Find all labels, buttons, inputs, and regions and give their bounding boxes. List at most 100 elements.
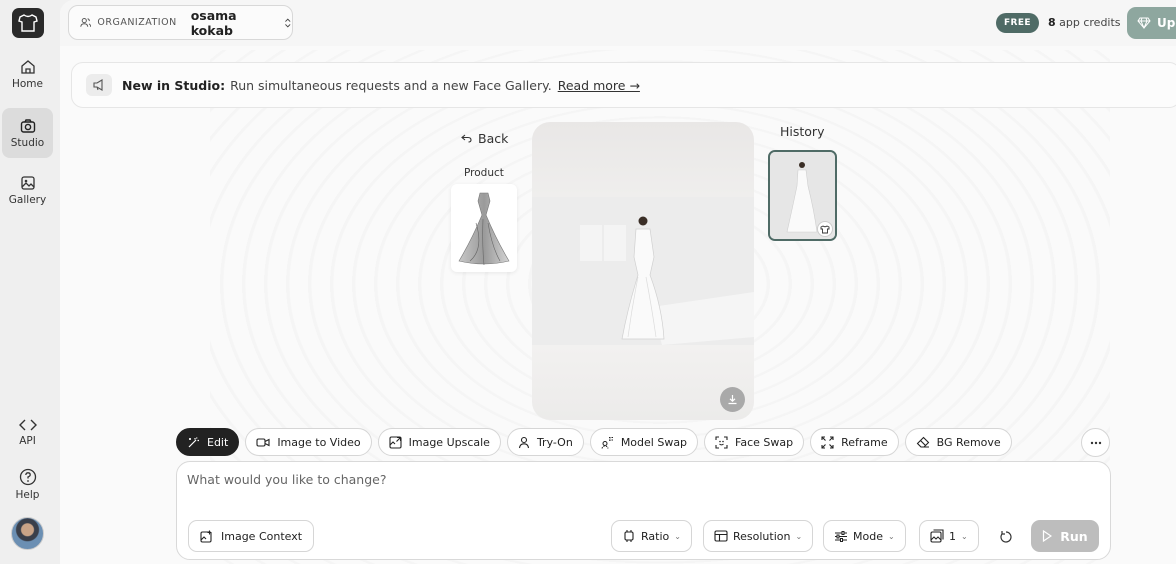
gallery-icon	[20, 175, 35, 190]
sidebar: Home Studio Gallery API Help	[0, 0, 60, 564]
credits-status: 8 app credits	[1048, 16, 1121, 29]
back-button[interactable]: Back	[461, 131, 508, 146]
tool-face-swap[interactable]: Face Swap	[704, 428, 805, 456]
result-preview	[532, 122, 754, 420]
image-context-label: Image Context	[221, 529, 303, 543]
video-icon	[256, 437, 270, 447]
shirt-logo-icon	[18, 14, 38, 32]
shirt-badge-icon	[817, 221, 833, 237]
organization-selector[interactable]: ORGANIZATION osama kokab	[68, 5, 293, 40]
ratio-label: Ratio	[641, 529, 670, 543]
reset-button[interactable]	[995, 526, 1017, 548]
home-icon	[20, 59, 35, 74]
run-button[interactable]: Run	[1031, 520, 1099, 552]
code-icon	[18, 419, 37, 430]
image-count-value: 1	[949, 529, 956, 543]
prompt-input[interactable]	[187, 472, 1087, 512]
resolution-dropdown[interactable]: Resolution ⌄	[703, 520, 814, 552]
tool-label: Face Swap	[735, 435, 794, 449]
sidebar-item-gallery[interactable]: Gallery	[2, 168, 53, 212]
tool-label: Try-On	[536, 435, 573, 449]
tool-image-to-video[interactable]: Image to Video	[245, 428, 372, 456]
tool-label: Image Upscale	[408, 435, 490, 449]
main-panel: ORGANIZATION osama kokab FREE 8 app cred…	[60, 0, 1176, 564]
tool-image-upscale[interactable]: Image Upscale	[377, 428, 501, 456]
tool-label: Model Swap	[620, 435, 688, 449]
tool-edit[interactable]: Edit	[176, 428, 240, 456]
back-arrow-icon	[461, 134, 472, 143]
tool-try-on[interactable]: Try-On	[506, 428, 584, 456]
sidebar-item-label: Help	[15, 488, 40, 501]
announcement-banner: New in Studio: Run simultaneous requests…	[71, 62, 1176, 108]
credits-count: 8	[1048, 16, 1056, 29]
play-icon	[1043, 530, 1053, 542]
sidebar-item-label: Gallery	[8, 193, 47, 206]
app: Home Studio Gallery API Help ORGANIZATIO…	[0, 0, 1176, 564]
result-photo[interactable]	[532, 197, 754, 345]
camera-icon	[20, 118, 35, 133]
banner-text: Run simultaneous requests and a new Face…	[230, 77, 552, 93]
run-label: Run	[1060, 528, 1088, 544]
upgrade-button[interactable]: Upg	[1127, 7, 1176, 39]
sidebar-item-label: Home	[11, 77, 43, 90]
tool-bg-remove[interactable]: BG Remove	[904, 428, 1012, 456]
organization-name: osama kokab	[190, 7, 237, 38]
chevron-down-icon: ⌄	[674, 531, 681, 541]
magic-wand-icon	[188, 436, 199, 447]
ratio-icon	[624, 530, 634, 542]
prompt-box: Image Context Ratio ⌄ Resolution ⌄ Mode …	[176, 461, 1111, 560]
plan-badge: FREE	[996, 13, 1039, 33]
history-label: History	[780, 124, 825, 139]
upgrade-label: Upg	[1157, 16, 1176, 30]
sidebar-item-studio[interactable]: Studio	[2, 108, 53, 158]
credits-suffix: app credits	[1059, 16, 1121, 29]
users-icon	[80, 18, 92, 27]
upscale-icon	[389, 435, 402, 449]
tool-bar: Edit Image to Video Image Upscale Try-On…	[176, 428, 1012, 456]
tool-label: Edit	[207, 435, 229, 449]
sidebar-item-help[interactable]: Help	[2, 464, 53, 504]
image-add-icon	[200, 530, 212, 543]
mode-dropdown[interactable]: Mode ⌄	[823, 520, 906, 552]
product-label: Product	[464, 167, 504, 179]
face-icon	[715, 435, 728, 449]
reset-icon	[1000, 531, 1012, 543]
megaphone-icon	[86, 74, 112, 96]
model-swap-icon	[601, 436, 613, 449]
chevron-updown-icon	[285, 18, 291, 27]
chevron-down-icon: ⌄	[961, 531, 968, 541]
tool-model-swap[interactable]: Model Swap	[589, 428, 699, 456]
history-item[interactable]	[768, 150, 837, 241]
top-bar: ORGANIZATION osama kokab FREE 8 app cred…	[60, 0, 1176, 46]
chevron-down-icon: ⌄	[887, 531, 895, 541]
sidebar-item-label: Studio	[10, 136, 45, 149]
organization-label: ORGANIZATION	[97, 17, 177, 28]
tool-label: Reframe	[841, 435, 888, 449]
more-tools-button[interactable]	[1081, 428, 1110, 457]
tool-label: BG Remove	[936, 435, 1001, 449]
ratio-dropdown[interactable]: Ratio ⌄	[611, 520, 692, 552]
download-button[interactable]	[720, 387, 745, 412]
product-thumbnail[interactable]	[451, 184, 517, 272]
model-in-dress-image	[532, 197, 754, 345]
sliders-icon	[835, 530, 847, 542]
avatar[interactable]	[11, 517, 44, 550]
read-more-link[interactable]: Read more →	[558, 78, 640, 93]
eraser-icon	[916, 436, 929, 448]
help-icon	[19, 468, 36, 485]
image-count-dropdown[interactable]: 1 ⌄	[919, 520, 979, 552]
sidebar-item-api[interactable]: API	[2, 412, 53, 452]
mode-label: Mode	[853, 529, 883, 543]
resolution-icon	[714, 530, 728, 542]
expand-icon	[821, 435, 834, 449]
chevron-down-icon: ⌄	[795, 531, 803, 541]
sidebar-item-home[interactable]: Home	[2, 52, 53, 96]
images-icon	[930, 529, 944, 543]
app-logo[interactable]	[12, 8, 44, 38]
tool-reframe[interactable]: Reframe	[810, 428, 899, 456]
dress-product-image	[458, 192, 510, 266]
person-icon	[518, 436, 529, 448]
more-icon	[1090, 441, 1101, 444]
tool-label: Image to Video	[277, 435, 361, 449]
image-context-button[interactable]: Image Context	[188, 520, 315, 552]
